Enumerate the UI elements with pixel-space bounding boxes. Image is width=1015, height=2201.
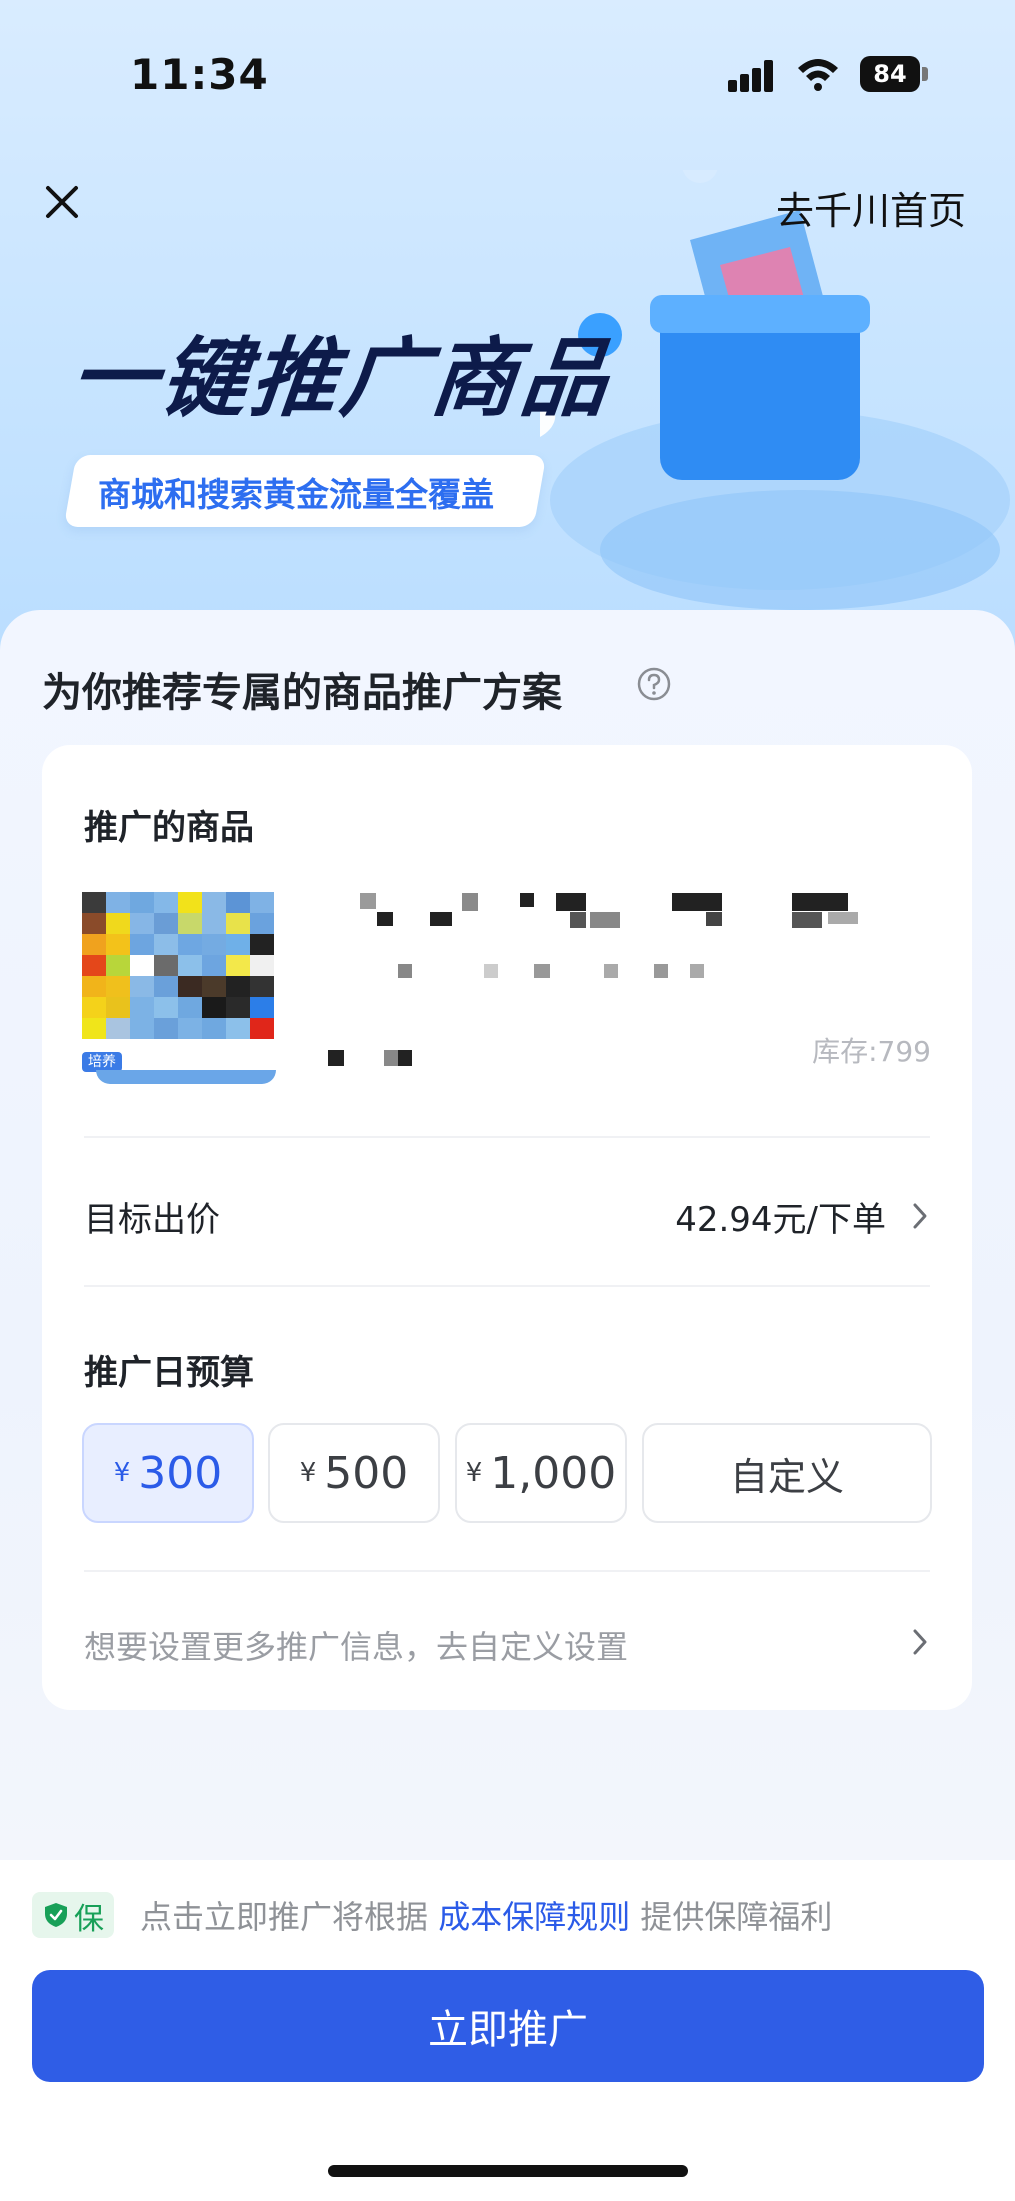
thumbnail-base (96, 1070, 276, 1084)
target-bid-value: 42.94元/下单 (675, 1200, 886, 1240)
shopping-basket-illustration (540, 170, 1010, 610)
battery-level: 84 (873, 60, 907, 88)
budget-option-1000[interactable]: ¥ 1,000 (455, 1423, 627, 1523)
more-settings-text: 想要设置更多推广信息，去自定义设置 (84, 1628, 629, 1666)
page-subtitle: 商城和搜索黄金流量全覆盖 (98, 475, 494, 514)
promote-now-button[interactable]: 立即推广 (32, 1970, 984, 2082)
chevron-right-icon (913, 1203, 927, 1229)
chevron-right-icon (913, 1629, 927, 1655)
currency-symbol: ¥ (465, 1458, 483, 1488)
budget-amount: 1,000 (490, 1447, 617, 1499)
more-settings-row[interactable]: 想要设置更多推广信息，去自定义设置 (84, 1590, 930, 1690)
battery-cap (922, 67, 928, 81)
target-bid-row[interactable]: 目标出价 42.94元/下单 (84, 1170, 930, 1260)
section-title: 为你推荐专属的商品推广方案 (42, 670, 562, 716)
budget-option-300[interactable]: ¥ 300 (82, 1423, 254, 1523)
notice-prefix: 点击立即推广将根据 (140, 1898, 429, 1936)
page-title: 一键推广商品 (65, 329, 617, 429)
budget-option-custom[interactable]: 自定义 (642, 1423, 932, 1523)
help-icon[interactable] (636, 666, 672, 702)
cellular-signal-icon (728, 60, 778, 92)
status-bar: 11:34 84 (0, 0, 1015, 150)
notice-suffix: 提供保障福利 (640, 1898, 833, 1936)
guarantee-badge-label: 保 (74, 1902, 104, 1937)
product-thumbnail[interactable]: 培养 (82, 892, 278, 1084)
divider (84, 1285, 930, 1287)
guarantee-notice: 点击立即推广将根据 成本保障规则 提供保障福利 (140, 1892, 832, 1938)
status-time: 11:34 (130, 50, 269, 99)
cost-guarantee-rules-link[interactable]: 成本保障规则 (438, 1898, 630, 1936)
battery-indicator: 84 (860, 56, 920, 92)
budget-option-500[interactable]: ¥ 500 (268, 1423, 440, 1523)
currency-symbol: ¥ (113, 1458, 131, 1488)
stock-count: 库存:799 (812, 1035, 931, 1068)
home-indicator (328, 2165, 688, 2177)
shield-check-icon (45, 1903, 67, 1927)
divider (84, 1136, 930, 1138)
divider (84, 1570, 930, 1572)
qianchuan-home-link[interactable]: 去千川首页 (776, 180, 966, 235)
budget-amount: 500 (324, 1447, 409, 1499)
currency-symbol: ¥ (299, 1458, 317, 1488)
daily-budget-label: 推广日预算 (84, 1353, 254, 1393)
budget-amount: 300 (138, 1447, 223, 1499)
thumbnail-pixels (82, 892, 274, 1039)
product-label: 推广的商品 (84, 808, 254, 848)
thumbnail-tag: 培养 (82, 1052, 122, 1072)
close-icon[interactable] (40, 180, 84, 224)
target-bid-label: 目标出价 (84, 1200, 220, 1240)
wifi-icon (798, 59, 838, 91)
